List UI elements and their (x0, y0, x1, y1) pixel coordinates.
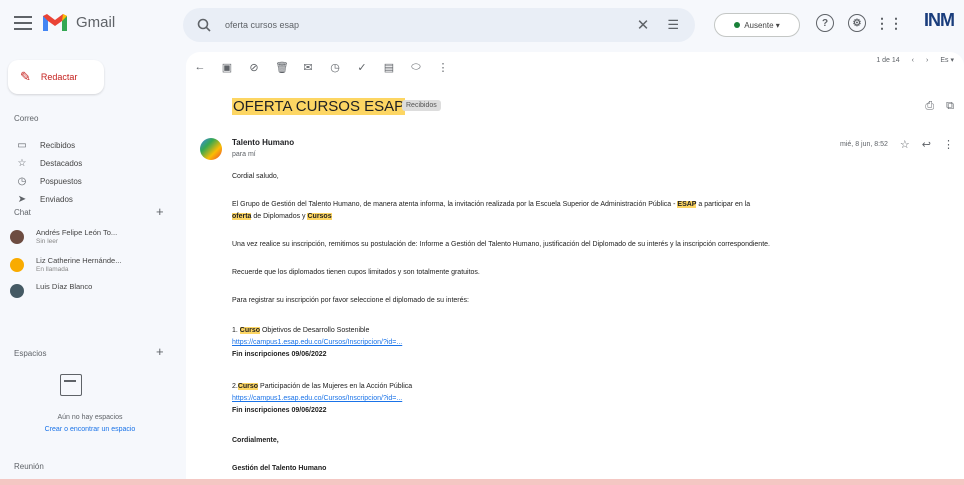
sender-name[interactable]: Talento Humano (232, 138, 294, 147)
email-view: ← ▣ ⊘ 🗑 ✉ ◷ ✓ ▤ ⬭ ⋮ 1 de 14 ‹ › Es ▾ OFE… (186, 52, 964, 480)
gmail-logo[interactable]: Gmail (42, 12, 115, 32)
chat-status: En llamada (36, 266, 69, 273)
sidebar-item-label: Recibidos (40, 140, 76, 150)
clock-icon: ◷ (17, 175, 27, 187)
mark-unread-icon[interactable]: ✉ (302, 61, 314, 74)
paragraph-4: Para registrar su inscripción por favor … (232, 297, 469, 304)
sidebar-item-sent[interactable]: ➤ Enviados (14, 192, 174, 206)
pager: 1 de 14 ‹ › Es ▾ (876, 56, 954, 65)
sender-avatar[interactable] (200, 138, 222, 160)
pencil-icon: ✎ (20, 69, 31, 84)
spaces-empty-text: Aún no hay espacios (57, 414, 123, 421)
sidebar-item-label: Enviados (40, 194, 73, 204)
subject-icons: ⎙ ⧉ (925, 100, 954, 113)
message-date: mié, 8 jun, 8:52 (840, 141, 888, 148)
prev-email-icon[interactable]: ‹ (912, 57, 914, 64)
chat-item[interactable]: Luis Díaz Blanco (10, 282, 175, 306)
sidebar-item-label: Pospuestos (40, 176, 82, 186)
closing: Cordialmente, (232, 437, 279, 444)
add-task-icon[interactable]: ✓ (356, 61, 368, 74)
label-icon[interactable]: ⬭ (410, 61, 422, 74)
top-bar: Gmail oferta cursos esap ✕ ☰ Ausente ▾ ?… (0, 0, 964, 52)
course-2-deadline: Fin inscripciones 09/06/2022 (232, 407, 327, 414)
chat-name: Liz Catherine Hernánde... (36, 256, 122, 265)
course-1-link[interactable]: https://campus1.esap.edu.co/Cursos/Inscr… (232, 338, 402, 348)
status-label: Ausente (744, 20, 774, 30)
message-more-icon[interactable]: ⋮ (943, 138, 954, 151)
chat-name: Luis Díaz Blanco (36, 282, 93, 291)
top-icons: ? ⚙ ⋮⋮ (816, 14, 903, 32)
course-2-title: 2.Curso Participación de las Mujeres en … (232, 383, 413, 390)
signature: Gestión del Talento Humano (232, 465, 327, 472)
section-meet-label: Reunión (14, 462, 44, 471)
paragraph-1-cont: oferta de Diplomados y Cursos (232, 213, 332, 220)
gmail-m-icon (42, 12, 68, 32)
sidebar-item-label: Destacados (40, 158, 83, 168)
compose-label: Redactar (40, 72, 78, 82)
new-space-plus-icon[interactable]: + (156, 344, 164, 359)
settings-icon[interactable]: ⚙ (848, 14, 866, 32)
chat-item[interactable]: Andrés Felipe León To... Sin leer (10, 228, 175, 252)
create-space-link[interactable]: Crear o encontrar un espacio (0, 426, 180, 433)
archive-icon[interactable]: ▣ (221, 61, 233, 74)
inbox-icon: ▭ (17, 139, 27, 151)
avatar (10, 230, 24, 244)
greeting: Cordial saludo, (232, 173, 279, 180)
chat-status: Sin leer (36, 238, 59, 245)
pager-count: 1 de 14 (876, 56, 900, 64)
star-message-icon[interactable]: ☆ (900, 138, 910, 151)
open-new-window-icon[interactable]: ⧉ (946, 100, 954, 113)
recipient-line[interactable]: para mí (232, 151, 256, 158)
label-chip[interactable]: Recibidos (402, 100, 441, 111)
section-chat-label: Chat (14, 208, 31, 217)
message-meta: mié, 8 jun, 8:52 ☆ ↩ ⋮ (840, 138, 954, 151)
account-logo[interactable]: INM (924, 10, 955, 31)
course-1-deadline: Fin inscripciones 09/06/2022 (232, 351, 327, 358)
send-icon: ➤ (17, 193, 27, 205)
help-icon[interactable]: ? (816, 14, 834, 32)
logo-text: Gmail (76, 13, 116, 31)
status-dot (734, 22, 741, 28)
email-subject: OFERTA CURSOS ESAP (232, 98, 406, 115)
bottom-strip (0, 479, 964, 485)
apps-grid-icon[interactable]: ⋮⋮ (875, 14, 903, 32)
next-email-icon[interactable]: › (926, 57, 928, 64)
new-chat-plus-icon[interactable]: + (156, 204, 164, 219)
star-icon: ☆ (17, 157, 27, 169)
spaces-empty-icon (60, 374, 82, 396)
paragraph-3: Recuerde que los diplomados tienen cupos… (232, 269, 480, 276)
reply-icon[interactable]: ↩ (922, 138, 931, 151)
language-icon[interactable]: Es ▾ (940, 56, 954, 64)
sidebar-item-snoozed[interactable]: ◷ Pospuestos (14, 174, 174, 188)
section-spaces-label: Espacios (14, 349, 47, 358)
sidebar: ✎ Redactar Correo ▭ Recibidos ☆ Destacad… (0, 52, 180, 485)
sidebar-item-starred[interactable]: ☆ Destacados (14, 156, 174, 170)
avatar (10, 284, 24, 298)
paragraph-2: Una vez realice su inscripción, remitirn… (232, 241, 770, 248)
more-options-icon[interactable]: ⋮ (437, 61, 449, 74)
course-2-link[interactable]: https://campus1.esap.edu.co/Cursos/Inscr… (232, 394, 402, 404)
search-input[interactable]: oferta cursos esap (225, 20, 637, 30)
chat-item[interactable]: Liz Catherine Hernánde... En llamada (10, 256, 175, 280)
search-bar[interactable]: oferta cursos esap ✕ ☰ (183, 8, 695, 42)
delete-icon[interactable]: 🗑 (275, 61, 289, 74)
move-to-icon[interactable]: ▤ (383, 61, 395, 74)
section-mail-label: Correo (14, 114, 39, 123)
compose-button[interactable]: ✎ Redactar (8, 60, 104, 94)
status-chip[interactable]: Ausente ▾ (714, 13, 800, 37)
print-icon[interactable]: ⎙ (925, 100, 934, 113)
back-arrow-icon[interactable]: ← (194, 61, 206, 73)
sidebar-item-inbox[interactable]: ▭ Recibidos (14, 138, 174, 152)
avatar (10, 258, 24, 272)
snooze-icon[interactable]: ◷ (329, 61, 341, 74)
email-toolbar: ← ▣ ⊘ 🗑 ✉ ◷ ✓ ▤ ⬭ ⋮ (194, 56, 954, 78)
chat-name: Andrés Felipe León To... (36, 228, 118, 237)
search-icon[interactable] (197, 18, 211, 32)
search-options-icon[interactable]: ☰ (667, 17, 679, 33)
course-1-title: 1. Curso Objetivos de Desarrollo Sosteni… (232, 327, 370, 334)
clear-search-icon[interactable]: ✕ (637, 16, 650, 34)
paragraph-1: El Grupo de Gestión del Talento Humano, … (232, 201, 751, 208)
main-menu-icon[interactable] (14, 16, 32, 30)
report-spam-icon[interactable]: ⊘ (248, 61, 260, 74)
